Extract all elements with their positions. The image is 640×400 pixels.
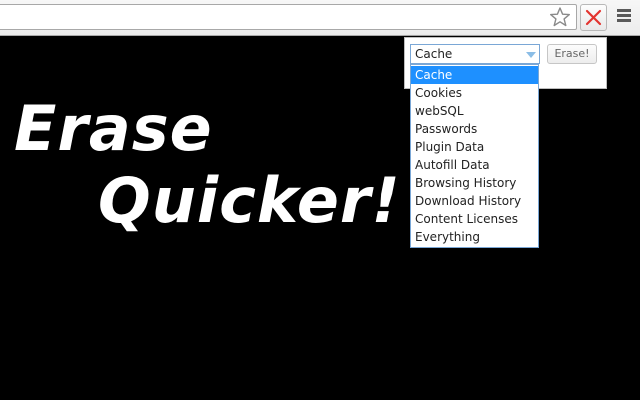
hero-title-line1: Erase [14,92,213,165]
dropdown-item-autofill-data[interactable]: Autofill Data [411,156,538,174]
dropdown-item-content-licenses[interactable]: Content Licenses [411,210,538,228]
address-bar[interactable] [0,4,577,30]
erase-button[interactable]: Erase! [547,44,597,64]
extension-button[interactable] [580,4,607,31]
select-value: Cache [415,47,453,61]
browser-toolbar [0,0,640,36]
chevron-down-icon [526,52,536,58]
dropdown-item-cookies[interactable]: Cookies [411,84,538,102]
data-type-dropdown-list: Cache Cookies webSQL Passwords Plugin Da… [410,64,539,248]
dropdown-item-download-history[interactable]: Download History [411,192,538,210]
dropdown-item-cache[interactable]: Cache [411,66,538,84]
close-x-icon [585,9,602,26]
hamburger-menu-icon[interactable] [617,9,631,23]
data-type-select[interactable]: Cache [410,44,540,64]
dropdown-item-websql[interactable]: webSQL [411,102,538,120]
hero-title-line2: Quicker! [98,164,401,237]
dropdown-item-plugin-data[interactable]: Plugin Data [411,138,538,156]
dropdown-item-everything[interactable]: Everything [411,228,538,246]
dropdown-item-browsing-history[interactable]: Browsing History [411,174,538,192]
star-icon[interactable] [549,6,571,28]
dropdown-item-passwords[interactable]: Passwords [411,120,538,138]
